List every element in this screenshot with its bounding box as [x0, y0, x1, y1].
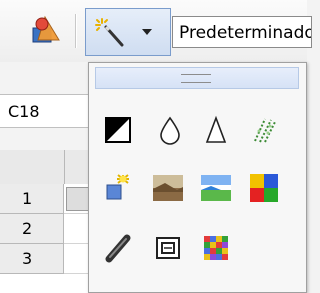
row-header-2[interactable]: 2	[0, 214, 64, 244]
remove-noise-filter-icon[interactable]	[249, 115, 279, 145]
name-box-value: C18	[8, 102, 40, 121]
spreadsheet-grid: 1 2 3	[0, 150, 90, 293]
pop-art-filter-icon[interactable]	[249, 173, 279, 203]
shapes-icon[interactable]	[30, 14, 62, 46]
image-filter-button[interactable]	[85, 8, 171, 56]
posterize-filter-icon[interactable]	[201, 175, 231, 205]
solarization-filter-icon[interactable]	[103, 173, 133, 203]
toolbar-separator	[75, 14, 77, 48]
sharpen-filter-icon[interactable]	[201, 115, 231, 145]
grid-cell[interactable]	[64, 214, 90, 244]
column-header-row	[0, 150, 90, 185]
name-box[interactable]: C18	[0, 94, 90, 128]
style-name-field[interactable]: Predeterminado	[172, 16, 312, 48]
chevron-down-icon[interactable]	[142, 29, 152, 35]
invert-filter-icon[interactable]	[103, 115, 133, 145]
relief-filter-icon[interactable]	[153, 233, 183, 263]
row-header-1[interactable]: 1	[0, 184, 64, 214]
row-header-3[interactable]: 3	[0, 244, 64, 274]
mosaic-filter-icon[interactable]	[201, 233, 231, 263]
magic-wand-icon	[94, 17, 128, 47]
drag-handle-icon[interactable]	[95, 67, 299, 89]
smooth-filter-icon[interactable]	[155, 115, 185, 145]
image-filter-popup	[88, 62, 307, 293]
grid-cell[interactable]	[64, 244, 90, 274]
charcoal-sketch-filter-icon[interactable]	[103, 233, 133, 263]
aging-filter-icon[interactable]	[153, 175, 183, 205]
toolbar: Predeterminado	[0, 0, 312, 62]
cell-with-image[interactable]	[64, 184, 90, 214]
